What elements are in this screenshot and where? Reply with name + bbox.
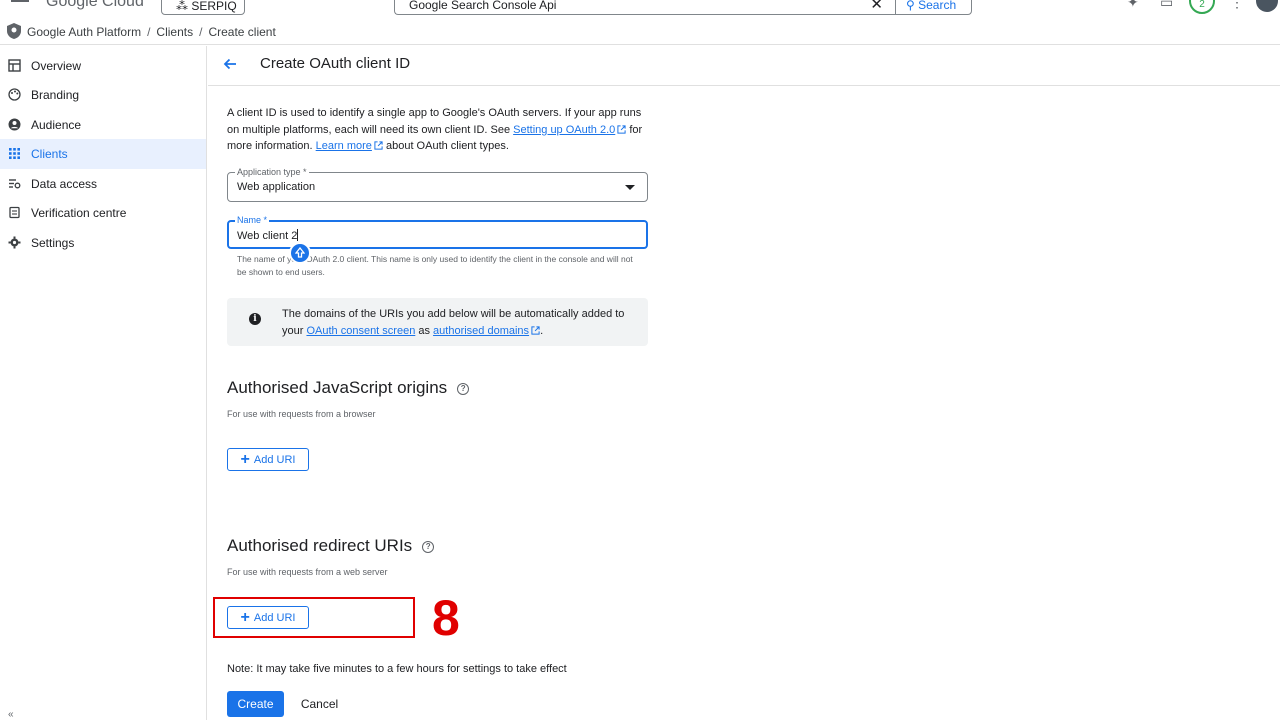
cancel-button[interactable]: Cancel — [292, 691, 347, 717]
info-icon: i — [249, 313, 261, 325]
search-button-label: Search — [918, 0, 957, 12]
name-input[interactable]: Name * Web client 2 — [227, 215, 648, 249]
create-button[interactable]: Create — [227, 691, 284, 717]
setting-up-oauth-link[interactable]: Setting up OAuth 2.0 — [513, 124, 615, 136]
apps-grid-icon — [9, 148, 20, 159]
gear-icon — [8, 236, 21, 249]
add-uri-label: Add URI — [253, 453, 296, 466]
sidebar-item-label: Settings — [31, 236, 75, 250]
search-icon: ⚲ — [906, 0, 919, 12]
redirect-uris-title: Authorised redirect URIs? — [227, 536, 435, 556]
verification-icon — [9, 206, 20, 219]
annotation-step-number: 8 — [432, 590, 460, 646]
project-picker-button[interactable]: ⁂ SERPIQ — [161, 0, 245, 15]
palette-icon — [8, 88, 21, 101]
redirect-uris-subtitle: For use with requests from a web server — [227, 567, 388, 577]
name-value-text: Web client 2 — [237, 230, 298, 242]
gemini-sparkle-icon[interactable]: ✦ — [1127, 0, 1139, 11]
name-value: Web client 2 — [237, 229, 299, 242]
js-origins-title-text: Authorised JavaScript origins — [227, 378, 448, 397]
project-name: SERPIQ — [191, 0, 237, 13]
sidebar-item-branding[interactable]: Branding — [0, 80, 206, 110]
search-value: Google Search Console Api — [409, 0, 557, 12]
sidebar-item-audience[interactable]: Audience — [0, 110, 206, 140]
project-icon: ⁂ — [176, 0, 192, 13]
domains-info-box: i The domains of the URIs you add below … — [227, 298, 648, 346]
add-js-origin-uri-button[interactable]: + Add URI — [227, 448, 309, 471]
breadcrumb-item-create-client: Create client — [208, 25, 276, 39]
settings-delay-note: Note: It may take five minutes to a few … — [227, 663, 567, 675]
sidebar-item-clients[interactable]: Clients — [0, 139, 206, 169]
external-link-icon — [374, 141, 383, 150]
search-input[interactable]: Google Search Console Api ✕ — [394, 0, 895, 15]
data-access-icon — [9, 179, 21, 189]
info-text-part: . — [540, 324, 544, 337]
breadcrumb-item-clients[interactable]: Clients — [156, 25, 193, 39]
js-origins-subtitle: For use with requests from a browser — [227, 409, 376, 419]
header-divider — [208, 85, 1280, 86]
cloud-shell-icon[interactable]: ▭ — [1160, 0, 1173, 11]
text-selection-handle-icon[interactable] — [289, 242, 311, 264]
more-options-icon[interactable]: ⋮ — [1230, 0, 1244, 11]
help-icon[interactable]: ? — [422, 541, 435, 553]
sidebar-item-verification-centre[interactable]: Verification centre — [0, 198, 206, 228]
external-link-icon — [617, 124, 626, 134]
help-icon[interactable]: ? — [457, 383, 470, 395]
avatar[interactable] — [1256, 0, 1278, 12]
search-button[interactable]: ⚲ Search — [895, 0, 972, 15]
authorised-domains-link[interactable]: authorised domains — [433, 325, 529, 337]
application-type-select[interactable]: Application type * Web application — [227, 167, 648, 202]
sidebar-item-label: Overview — [31, 59, 82, 73]
dropdown-arrow-icon — [625, 185, 635, 190]
breadcrumb-bar: Google Auth Platform / Clients / Create clie… — [0, 21, 1280, 45]
sidebar-item-label: Data access — [31, 177, 98, 191]
sidebar-item-label: Branding — [31, 88, 80, 102]
external-link-icon — [531, 325, 540, 335]
dashboard-icon — [8, 59, 21, 72]
plus-icon: + — [240, 450, 250, 468]
account-circle-icon — [8, 118, 21, 131]
breadcrumb: Google Auth Platform / Clients / Create clie… — [27, 25, 276, 39]
application-type-label: Application type * — [235, 167, 309, 177]
js-origins-title: Authorised JavaScript origins? — [227, 378, 470, 398]
oauth-consent-screen-link[interactable]: OAuth consent screen — [306, 325, 415, 337]
breadcrumb-item-auth-platform[interactable]: Google Auth Platform — [27, 25, 141, 39]
name-label: Name * — [235, 215, 270, 225]
sidebar-item-overview[interactable]: Overview — [0, 51, 206, 81]
info-text-part: as — [415, 324, 434, 337]
sidebar-item-data-access[interactable]: Data access — [0, 169, 206, 199]
sidebar-item-label: Clients — [31, 147, 68, 161]
sidebar: Overview Branding Audience Clients Data … — [0, 46, 207, 720]
shield-icon — [7, 23, 21, 39]
text-caret — [297, 229, 299, 241]
menu-icon[interactable] — [11, 0, 29, 8]
top-bar: Google Cloud ⁂ SERPIQ Google Search Cons… — [0, 0, 1280, 16]
page-title: Create OAuth client ID — [260, 55, 411, 72]
annotation-highlight-box — [213, 597, 415, 638]
notifications-badge[interactable]: 2 — [1189, 0, 1215, 14]
application-type-value: Web application — [237, 181, 316, 193]
sidebar-item-label: Verification centre — [31, 206, 127, 220]
collapse-sidebar-icon[interactable]: « — [8, 709, 14, 720]
clear-search-icon[interactable]: ✕ — [870, 0, 883, 13]
intro-text-part: about OAuth client types. — [382, 140, 509, 152]
domains-info-text: The domains of the URIs you add below wi… — [282, 306, 632, 339]
sidebar-item-settings[interactable]: Settings — [0, 228, 206, 258]
redirect-uris-title-text: Authorised redirect URIs — [227, 536, 413, 555]
intro-text: A client ID is used to identify a single… — [227, 105, 647, 155]
learn-more-link[interactable]: Learn more — [316, 140, 372, 152]
back-arrow-icon[interactable] — [222, 56, 238, 72]
sidebar-item-label: Audience — [31, 118, 82, 132]
google-cloud-logo[interactable]: Google Cloud — [46, 0, 144, 11]
